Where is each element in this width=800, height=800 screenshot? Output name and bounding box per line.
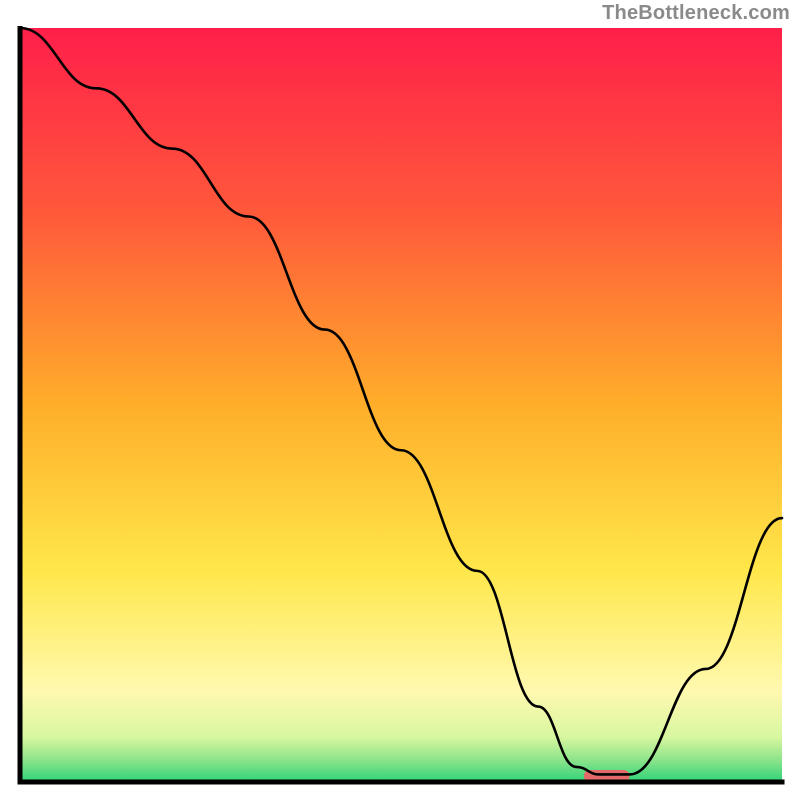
plot-area [16,26,786,786]
chart-container: TheBottleneck.com [0,0,800,800]
gradient-background [20,28,782,782]
watermark-text: TheBottleneck.com [602,2,790,25]
chart-svg [16,26,786,786]
